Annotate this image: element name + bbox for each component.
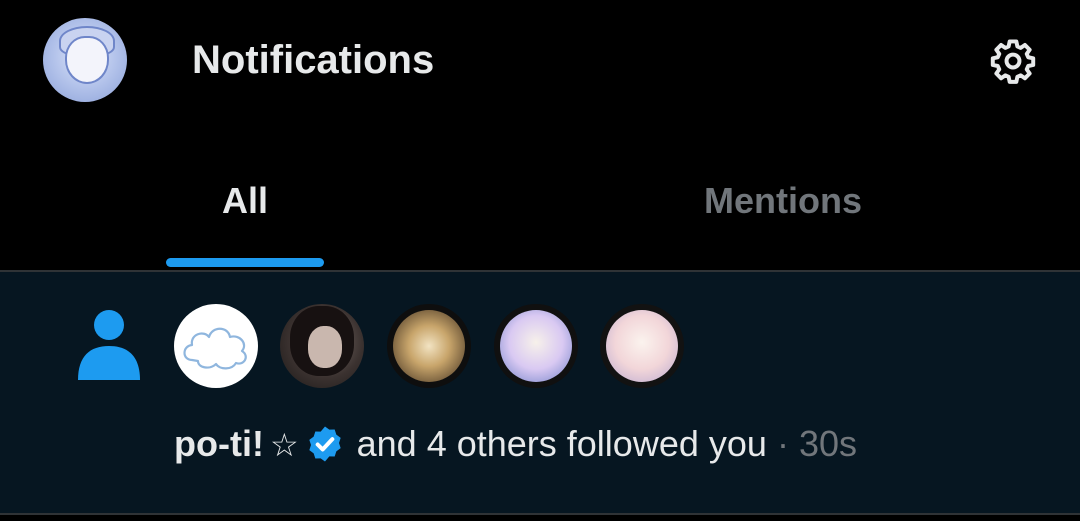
avatar-illustration <box>393 310 465 382</box>
top-app-bar: Notifications <box>0 0 1080 120</box>
notification-timestamp: 30s <box>798 423 857 464</box>
notification-message: and 4 others followed you <box>356 423 767 464</box>
page-title: Notifications <box>192 38 435 82</box>
follower-avatar[interactable] <box>600 304 684 388</box>
tab-mentions-label: Mentions <box>704 180 862 221</box>
active-tab-indicator <box>166 258 324 267</box>
notification-separator: · <box>776 423 789 464</box>
gear-icon <box>990 39 1036 84</box>
avatar-illustration <box>500 310 572 382</box>
avatar-face-shape <box>65 36 109 84</box>
follower-avatar[interactable] <box>174 304 258 388</box>
notification-divider <box>0 513 1080 515</box>
avatar-face-shape <box>308 326 342 368</box>
follower-avatar[interactable] <box>494 304 578 388</box>
verified-badge-icon <box>308 426 341 462</box>
tab-mentions[interactable]: Mentions <box>540 120 1080 272</box>
avatar-illustration <box>606 310 678 382</box>
follow-notification[interactable]: po-ti! ☆ and 4 others followed you · 30s <box>0 272 1080 515</box>
name-star-suffix: ☆ <box>269 427 299 463</box>
settings-button[interactable] <box>988 36 1038 86</box>
notification-text: po-ti! ☆ and 4 others followed you · 30s <box>174 422 857 467</box>
notification-tabs: All Mentions <box>0 120 1080 272</box>
follower-avatar[interactable] <box>280 304 364 388</box>
person-icon <box>78 310 140 380</box>
follower-avatar[interactable] <box>387 304 471 388</box>
tab-all[interactable]: All <box>0 120 540 272</box>
follower-name[interactable]: po-ti! <box>174 423 264 464</box>
profile-avatar[interactable] <box>43 18 127 102</box>
cloud-icon <box>183 327 247 370</box>
tab-all-label: All <box>221 180 268 221</box>
